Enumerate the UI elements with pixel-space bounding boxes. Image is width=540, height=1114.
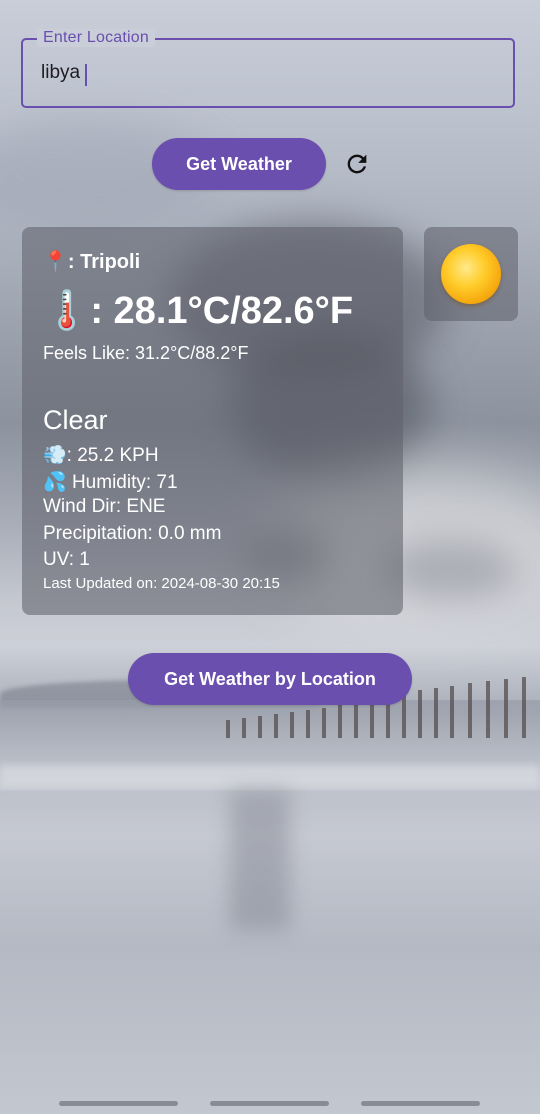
pin-icon: 📍: [43, 251, 68, 273]
weather-card: 📍: Tripoli 🌡️: 28.1°C/82.6°F Feels Like:…: [22, 227, 403, 615]
condition-text: Clear: [43, 405, 108, 435]
location-input[interactable]: [41, 62, 499, 84]
wind-speed-value: 25.2 KPH: [77, 445, 159, 466]
wind-speed-row: 💨: 25.2 KPH: [43, 443, 159, 467]
city-row: 📍: Tripoli: [43, 249, 140, 274]
last-updated-text: Last Updated on: 2024-08-30 20:15: [43, 575, 280, 592]
wind-icon: 💨: [43, 445, 67, 466]
location-input-container[interactable]: Enter Location: [21, 29, 515, 108]
get-weather-button[interactable]: Get Weather: [152, 138, 326, 190]
precipitation-text: Precipitation: 0.0 mm: [43, 523, 222, 544]
temperature-value: 28.1°C/82.6°F: [113, 290, 354, 332]
wind-separator: :: [66, 445, 78, 466]
nav-bar-segment-left[interactable]: [59, 1101, 178, 1106]
humidity-row: 💦 Humidity: 71: [43, 470, 178, 494]
feels-like-text: Feels Like: 31.2°C/88.2°F: [43, 343, 249, 363]
humidity-value: Humidity: 71: [71, 472, 178, 493]
text-cursor: [85, 64, 87, 86]
refresh-icon[interactable]: [343, 150, 371, 178]
nav-bar-segment-center[interactable]: [210, 1101, 329, 1106]
nav-bar-segment-right[interactable]: [361, 1101, 480, 1106]
wind-direction-text: Wind Dir: ENE: [43, 496, 166, 517]
location-input-label: Enter Location: [37, 29, 155, 47]
condition-icon-box: [424, 227, 518, 321]
city-separator: :: [67, 251, 81, 273]
get-weather-by-location-button[interactable]: Get Weather by Location: [128, 653, 412, 705]
sun-icon: [441, 244, 501, 304]
temperature-separator: :: [90, 290, 114, 332]
temperature-row: 🌡️: 28.1°C/82.6°F: [43, 289, 353, 333]
humidity-icon: 💦: [43, 472, 67, 493]
uv-text: UV: 1: [43, 549, 90, 570]
city-name: Tripoli: [80, 251, 141, 273]
thermometer-icon: 🌡️: [43, 290, 91, 332]
